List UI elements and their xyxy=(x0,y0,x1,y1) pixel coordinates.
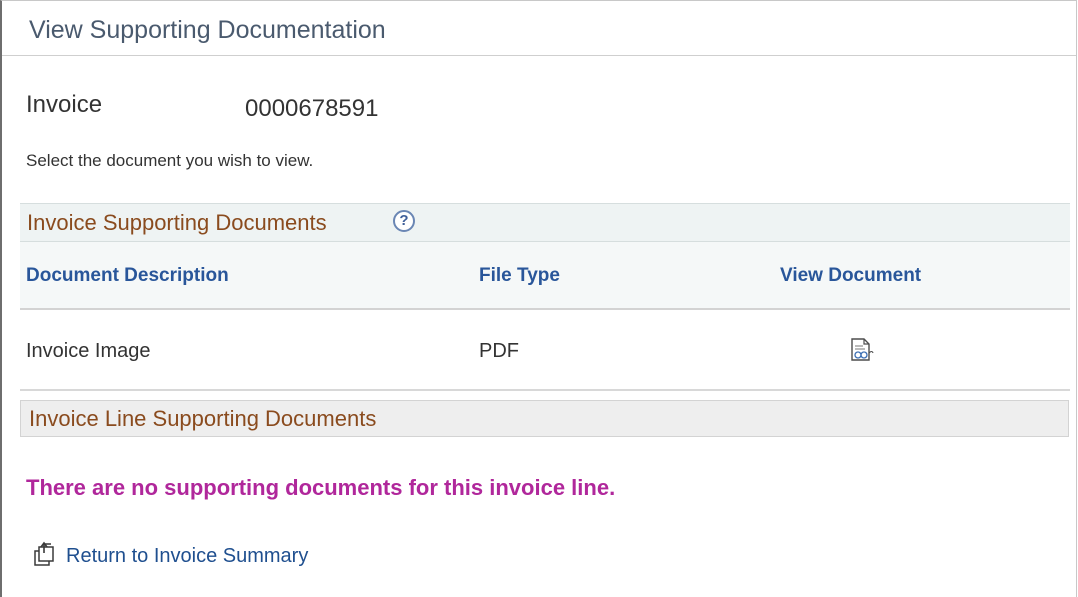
document-description-cell: Invoice Image xyxy=(26,340,151,362)
file-type-cell: PDF xyxy=(479,340,519,362)
column-header-file-type[interactable]: File Type xyxy=(479,265,560,287)
return-icon[interactable] xyxy=(32,539,62,569)
grid-caption: Invoice Supporting Documents xyxy=(27,210,327,235)
no-documents-message: There are no supporting documents for th… xyxy=(26,475,616,500)
invoice-line-documents-caption: Invoice Line Supporting Documents xyxy=(29,406,377,431)
invoice-supporting-documents-grid: Invoice Supporting Documents ? Document … xyxy=(20,203,1070,391)
help-icon[interactable]: ? xyxy=(393,210,415,232)
column-headers: Document Description File Type View Docu… xyxy=(20,242,1070,310)
invoice-label: Invoice xyxy=(26,91,103,118)
column-header-document-description[interactable]: Document Description xyxy=(26,265,229,287)
instructions-text: Select the document you wish to view. xyxy=(26,151,314,170)
column-header-view-document[interactable]: View Document xyxy=(780,265,921,287)
return-to-invoice-summary-link[interactable]: Return to Invoice Summary xyxy=(32,535,308,569)
invoice-line-documents-bar: Invoice Line Supporting Documents xyxy=(20,400,1069,437)
invoice-number: 0000678591 xyxy=(245,95,379,122)
page-title: View Supporting Documentation xyxy=(29,16,386,44)
return-link-label[interactable]: Return to Invoice Summary xyxy=(66,545,308,569)
title-bar: View Supporting Documentation xyxy=(2,1,1076,56)
view-document-icon[interactable] xyxy=(848,337,874,363)
table-row: Invoice Image PDF xyxy=(20,310,1070,391)
grid-caption-bar: Invoice Supporting Documents ? xyxy=(20,203,1070,242)
